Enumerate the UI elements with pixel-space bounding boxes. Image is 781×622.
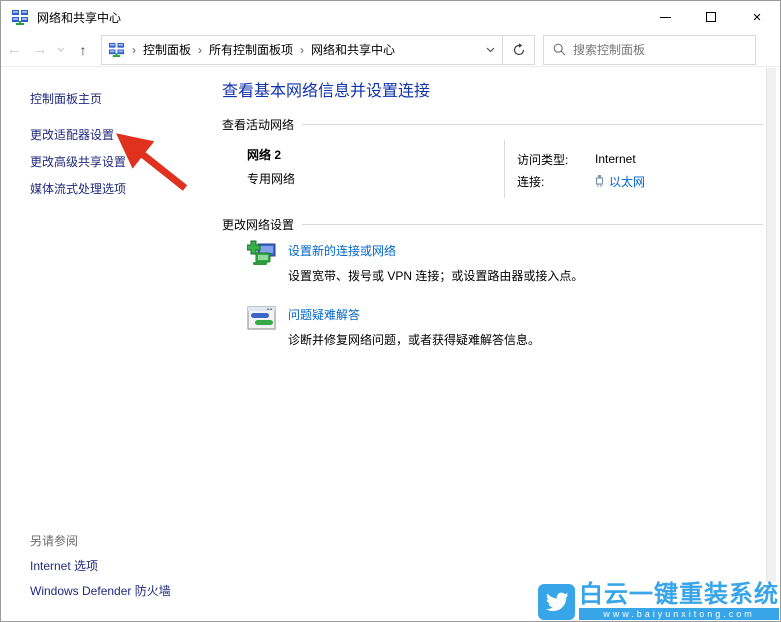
address-dropdown-chevron-icon[interactable]	[478, 36, 502, 64]
connections-label: 连接:	[517, 174, 545, 189]
watermark-text: 白云一键重装系统	[579, 581, 779, 608]
vertical-scrollbar[interactable]	[766, 68, 776, 620]
sidebar-item-control-panel-home[interactable]: 控制面板主页	[30, 90, 102, 107]
section-divider	[302, 224, 763, 225]
change-settings-section-header: 更改网络设置	[222, 216, 763, 233]
watermark-url: www.baiyunxitong.com	[579, 608, 779, 620]
setup-connection-item: 设置新的连接或网络 设置宽带、拨号或 VPN 连接；或设置路由器或接入点。	[247, 240, 583, 284]
up-button[interactable]: ↑	[69, 35, 97, 65]
breadcrumb-all-items[interactable]: 所有控制面板项	[203, 36, 299, 64]
access-type-label: 访问类型:	[517, 152, 569, 167]
address-bar[interactable]: › 控制面板 › 所有控制面板项 › 网络和共享中心	[101, 34, 535, 65]
network-details: 访问类型: Internet 连接: 以太网	[517, 148, 645, 192]
breadcrumb-control-panel[interactable]: 控制面板	[137, 36, 197, 64]
window-title: 网络和共享中心	[37, 10, 122, 25]
setup-connection-desc: 设置宽带、拨号或 VPN 连接；或设置路由器或接入点。	[288, 269, 584, 283]
network-center-icon	[12, 10, 28, 25]
see-also-internet-options[interactable]: Internet 选项	[30, 557, 98, 574]
network-sharing-center-window: 网络和共享中心 × ← → ↑ › 控制面板 › 所有控制面板项 › 网络和共享…	[0, 0, 781, 622]
ethernet-icon	[595, 174, 604, 188]
access-type-value: Internet	[595, 152, 636, 166]
refresh-button[interactable]	[502, 35, 534, 64]
section-divider	[302, 124, 763, 125]
access-type-row: 访问类型: Internet	[517, 148, 645, 170]
search-input[interactable]	[573, 42, 755, 57]
connections-row: 连接: 以太网	[517, 170, 645, 192]
troubleshoot-item: 问题疑难解答 诊断并修复网络问题，或者获得疑难解答信息。	[247, 304, 540, 348]
active-network-summary: 网络 2 专用网络	[247, 146, 295, 187]
see-also-title: 另请参阅	[30, 534, 79, 548]
troubleshoot-link[interactable]: 问题疑难解答	[288, 306, 360, 323]
refresh-icon	[513, 42, 524, 55]
search-icon	[553, 43, 566, 56]
breadcrumb-network-sharing[interactable]: 网络和共享中心	[305, 36, 401, 64]
location-network-icon	[109, 42, 124, 57]
forward-button[interactable]: →	[27, 35, 53, 65]
see-also-windows-defender-firewall[interactable]: Windows Defender 防火墙	[30, 582, 171, 599]
minimize-icon	[659, 16, 671, 18]
network-name: 网络 2	[247, 148, 282, 162]
content-area: 控制面板主页 更改适配器设置 更改高级共享设置 媒体流式处理选项 查看基本网络信…	[2, 68, 779, 620]
new-connection-icon	[247, 240, 276, 265]
maximize-button[interactable]	[688, 1, 734, 33]
active-networks-section-header: 查看活动网络	[222, 116, 763, 133]
toolbar: ← → ↑ › 控制面板 › 所有控制面板项 › 网络和共享中心	[1, 33, 780, 67]
minimize-button[interactable]	[642, 1, 688, 33]
network-type: 专用网络	[247, 172, 296, 186]
network-columns-divider	[504, 140, 505, 198]
sidebar-item-advanced-sharing-settings[interactable]: 更改高级共享设置	[30, 153, 126, 170]
active-networks-section-title: 查看活动网络	[222, 118, 295, 132]
maximize-icon	[706, 12, 716, 22]
sidebar-item-change-adapter-settings[interactable]: 更改适配器设置	[30, 126, 114, 143]
setup-connection-link[interactable]: 设置新的连接或网络	[288, 242, 396, 259]
troubleshoot-icon	[247, 306, 276, 330]
change-settings-section-title: 更改网络设置	[222, 218, 295, 232]
close-icon: ×	[752, 8, 762, 26]
close-button[interactable]: ×	[734, 1, 780, 33]
back-button[interactable]: ←	[1, 35, 27, 65]
watermark: 白云一键重装系统 www.baiyunxitong.com	[535, 582, 779, 620]
page-title: 查看基本网络信息并设置连接	[222, 83, 431, 100]
sidebar-item-media-streaming-options[interactable]: 媒体流式处理选项	[30, 180, 126, 197]
titlebar: 网络和共享中心 ×	[1, 1, 780, 33]
history-chevron-icon[interactable]	[53, 35, 69, 65]
watermark-bird-icon	[538, 584, 575, 620]
troubleshoot-desc: 诊断并修复网络问题，或者获得疑难解答信息。	[288, 333, 541, 347]
search-box	[543, 34, 756, 65]
ethernet-link[interactable]: 以太网	[609, 173, 645, 190]
